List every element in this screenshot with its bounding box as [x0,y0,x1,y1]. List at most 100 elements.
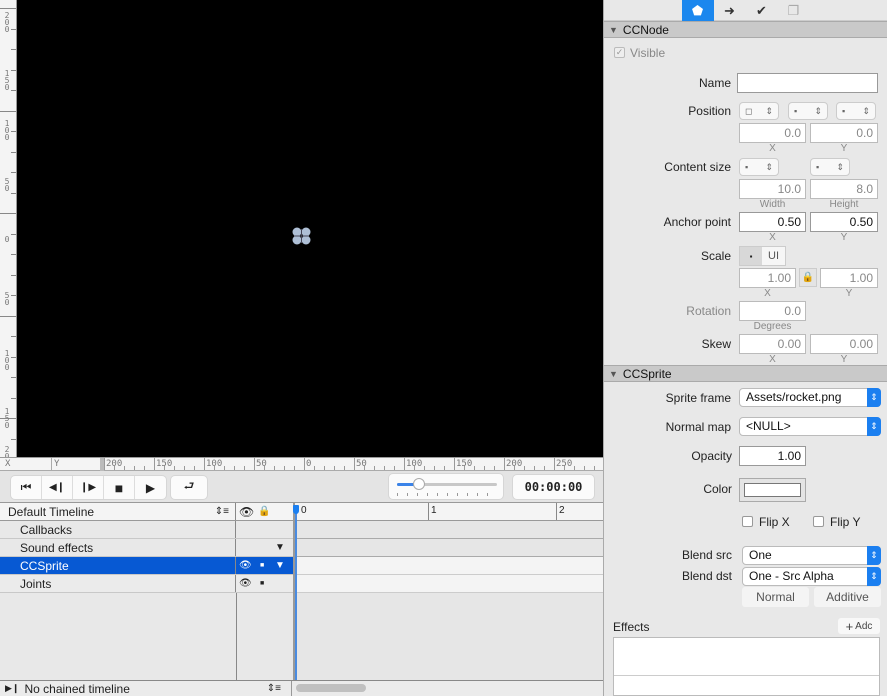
play-button[interactable]: ▶ [135,476,166,499]
timeline-keyframe-area[interactable]: 0 1 2 [293,503,605,680]
ruler-label-1: 1 [431,505,437,516]
y-caption: Y [845,288,853,299]
timeline-scrollbar[interactable] [296,684,366,692]
scale-type-segment: ▪ UI [739,246,786,266]
position-y-unit-stepper[interactable]: ▪ ⇕ [836,102,876,120]
timeline-zoom-slider[interactable] [389,474,503,499]
content-height-input[interactable]: 8.0 [810,179,878,199]
content-width-unit-stepper[interactable]: ▪ ⇕ [739,158,779,176]
name-input[interactable] [737,73,878,93]
ruler-minor-tick [474,466,475,470]
timeline-row[interactable]: Sound effects ▼ [0,539,293,557]
effects-list[interactable] [613,637,880,696]
flip-y-checkbox[interactable] [813,516,824,527]
timeline-row[interactable]: CCSprite 👁 ■ ▼ [0,557,293,575]
timeline-sequences-panel: Default Timeline ⇕≡ 👁 🔒 Callbacks Sound e… [0,503,293,680]
position-x-input[interactable]: 0.0 [739,123,806,143]
callbacks-track[interactable] [295,521,605,539]
timeline-row[interactable]: Callbacks [0,521,293,539]
ccsprite-section-header[interactable]: ▼ CCSprite [604,365,887,382]
scale-ui-segment[interactable]: UI [762,247,785,265]
section-title: CCNode [622,22,669,37]
flip-x-checkbox[interactable] [742,516,753,527]
sprite-node-icon[interactable] [291,226,313,246]
blend-dst-popup[interactable]: One - Src Alpha ⇕ [742,567,881,586]
ruler-minor-tick [384,466,385,470]
stop-icon: ■ [114,479,124,496]
skew-x-input[interactable]: 0.00 [739,334,806,354]
skew-y-input[interactable]: 0.00 [810,334,878,354]
scale-absolute-segment[interactable]: ▪ [740,247,762,265]
expand-arrow-icon[interactable]: ▼ [275,560,285,571]
add-effect-button[interactable]: + Adc [838,618,880,634]
tab-physics[interactable]: ✔ [746,0,778,21]
step-back-button[interactable]: ◀❙ [42,476,73,499]
blend-additive-button[interactable]: Additive [814,587,881,607]
ruler-minor-tick [364,466,365,470]
rotation-input[interactable]: 0.0 [739,301,806,321]
stepper-arrows-icon: ⇕ [765,161,773,172]
expand-arrow-icon[interactable]: ▼ [275,542,285,553]
scene-canvas[interactable] [17,0,603,457]
content-height-unit-stepper[interactable]: ▪ ⇕ [810,158,850,176]
lock-toggle-icon[interactable]: ■ [260,580,264,587]
loop-icon: ⮐ [183,479,195,493]
ccnode-section-header[interactable]: ▼ CCNode [604,21,887,38]
eye-icon[interactable]: 👁 [239,560,252,571]
lock-icon: 🔒 [801,272,815,283]
normal-map-popup[interactable]: <NULL> ⇕ [739,417,881,436]
vertical-ruler-label: 100 [4,349,10,372]
ruler-minor-tick [524,466,525,470]
loop-button[interactable]: ⮐ [171,476,207,499]
opacity-input[interactable]: 1.00 [739,446,806,466]
timeline-selector[interactable]: Default Timeline ⇕≡ [0,503,236,520]
ruler-tick [11,233,16,235]
blend-normal-button[interactable]: Normal [742,587,809,607]
blend-src-popup[interactable]: One ⇕ [742,546,881,565]
eye-icon[interactable]: 👁 [239,578,252,589]
ruler-minor-tick [114,466,115,470]
timeline-row-name: CCSprite [0,557,236,574]
stop-button[interactable]: ■ [104,476,135,499]
tab-templates[interactable]: ❐ [778,0,810,21]
playhead[interactable] [293,505,299,680]
color-well[interactable] [739,478,806,502]
sprite-frame-popup[interactable]: Assets/rocket.png ⇕ [739,388,881,407]
anchor-x-input[interactable]: 0.50 [739,212,806,232]
zoom-slider-knob[interactable] [413,478,425,490]
sound-track[interactable] [295,539,605,557]
jump-to-start-button[interactable]: ⏮ [11,476,42,499]
tab-code-connections[interactable]: ➜ [714,0,746,21]
effects-label: Effects [613,620,650,634]
ruler-minor-tick [374,466,375,470]
arrow-circle-icon: ➜ [724,2,735,18]
ccsprite-track[interactable] [295,557,605,575]
x-caption: X [764,288,771,299]
position-y-input[interactable]: 0.0 [810,123,878,143]
tab-properties[interactable]: ⬟ [681,0,714,21]
position-type-stepper[interactable]: ◻ ⇕ [739,102,779,120]
playback-controls: ⏮ ◀❙ ❙▶ ■ ▶ [11,476,166,499]
chained-timeline-selector[interactable]: ▶❙ No chained timeline ⇕≡ [0,681,292,696]
timeline-row-label: Callbacks [20,522,73,537]
scale-lock-button[interactable]: 🔒 [799,268,817,287]
content-size-label: Content size [664,160,731,174]
step-forward-button[interactable]: ❙▶ [73,476,104,499]
joints-track[interactable] [295,575,605,593]
visible-checkbox[interactable]: ✓ [614,47,625,58]
scale-x-input[interactable]: 1.00 [739,268,796,288]
normal-map-label: Normal map [665,420,731,434]
ruler-tick [204,457,205,470]
lock-toggle-icon[interactable]: ■ [260,562,264,569]
step-forward-icon: ❙▶ [79,482,97,493]
ruler-minor-tick [444,466,445,470]
timeline-row-name: Joints [0,575,236,592]
anchor-y-input[interactable]: 0.50 [810,212,878,232]
position-x-unit-stepper[interactable]: ▪ ⇕ [788,102,828,120]
timeline-ruler: 0 1 2 [295,503,605,521]
timeline-row-label: CCSprite [20,558,69,573]
ruler-tick [11,192,16,194]
scale-y-input[interactable]: 1.00 [820,268,878,288]
timeline-row[interactable]: Joints 👁 ■ [0,575,293,593]
content-width-input[interactable]: 10.0 [739,179,806,199]
